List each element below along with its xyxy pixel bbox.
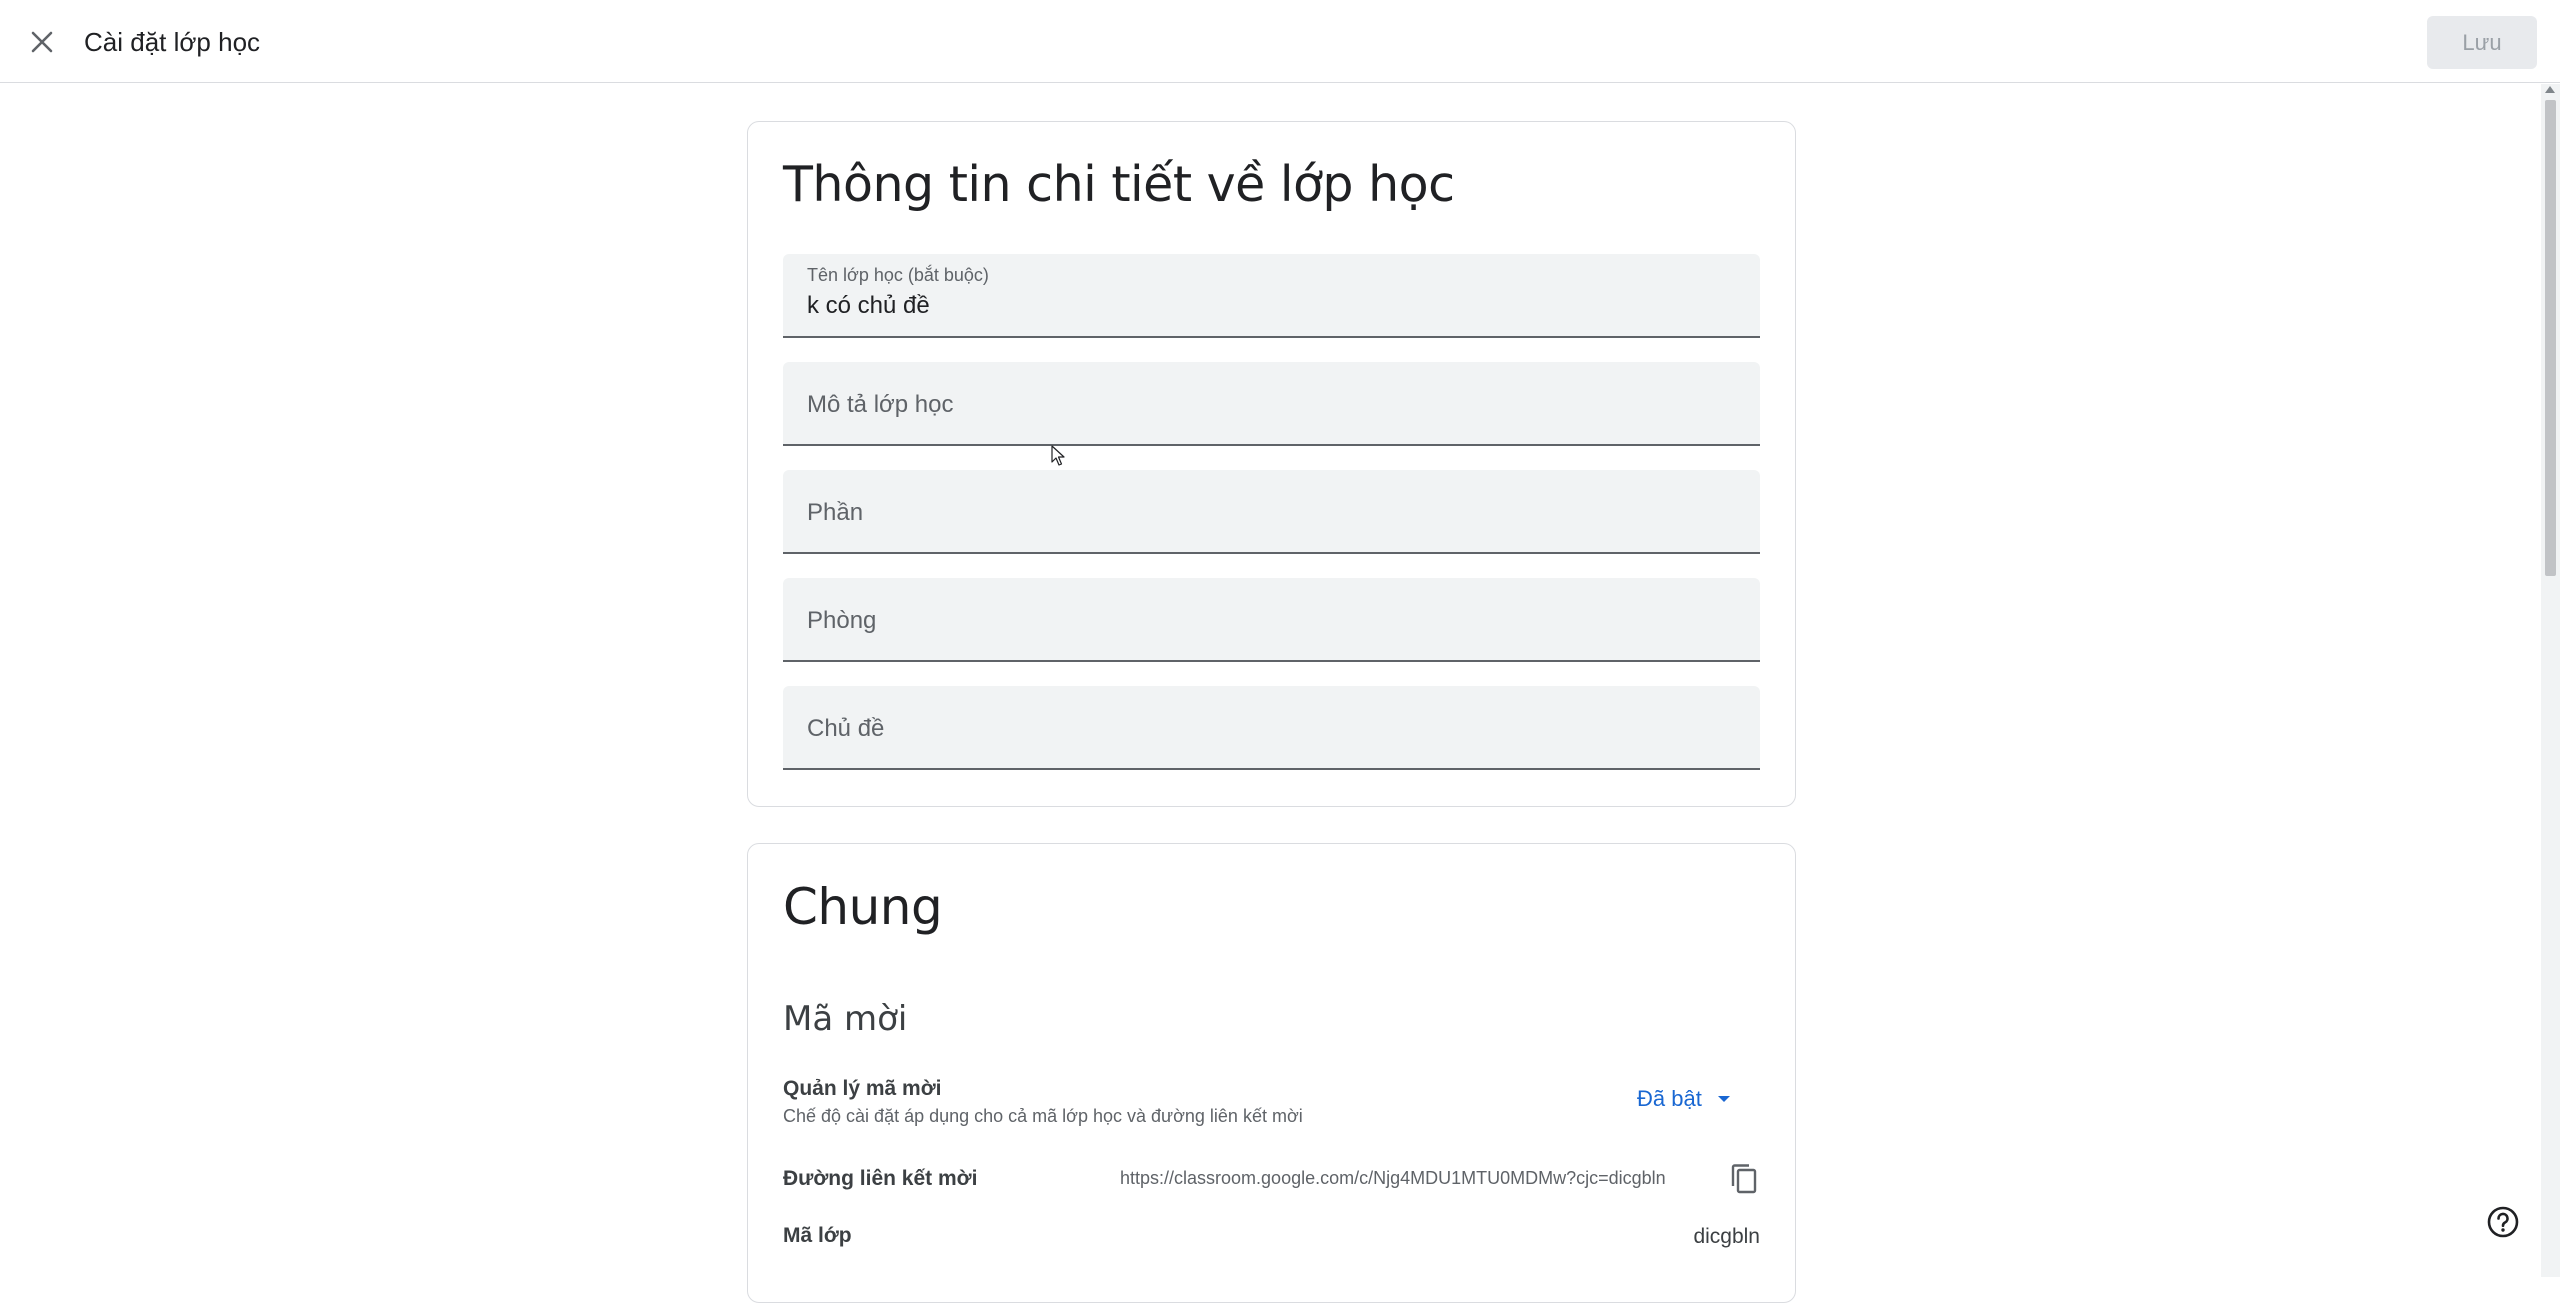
class-name-label: Tên lớp học (bắt buộc) [807,265,989,285]
invite-codes-heading: Mã mời [783,999,908,1039]
save-button[interactable]: Lưu [2427,16,2537,69]
dropdown-arrow-icon [1717,1096,1730,1102]
invite-link-value: https://classroom.google.com/c/Njg4MDU1M… [1120,1168,1666,1188]
class-code-label: Mã lớp [783,1224,852,1247]
class-code-value: dicgbln [1693,1225,1760,1248]
class-description-field[interactable]: Mô tả lớp học [783,362,1760,446]
scroll-up-arrow-icon[interactable] [2545,86,2555,93]
vertical-scrollbar[interactable] [2541,84,2560,1277]
class-description-placeholder: Mô tả lớp học [807,391,954,418]
class-details-card: Thông tin chi tiết về lớp học Tên lớp họ… [747,121,1796,807]
top-app-bar: Cài đặt lớp học Lưu [0,0,2560,83]
class-name-value: k có chủ đề [807,292,930,319]
invite-codes-status-value: Đã bật [1637,1086,1702,1111]
general-card: Chung Mã mời Quản lý mã mời Chế độ cài đ… [747,843,1796,1303]
room-placeholder: Phòng [807,607,877,634]
subject-field[interactable]: Chủ đề [783,686,1760,770]
close-button[interactable] [18,18,66,66]
invite-codes-status-dropdown[interactable]: Đã bật [1637,1081,1730,1117]
class-name-field[interactable]: Tên lớp học (bắt buộc) k có chủ đề [783,254,1760,338]
invite-link-label: Đường liên kết mời [783,1167,978,1190]
help-icon [2487,1206,2519,1238]
close-icon [31,31,53,53]
copy-link-button[interactable] [1725,1160,1763,1198]
section-placeholder: Phần [807,499,864,526]
page-title: Cài đặt lớp học [84,27,261,57]
subject-placeholder: Chủ đề [807,715,885,742]
scrollbar-thumb[interactable] [2545,100,2556,576]
copy-icon [1731,1164,1757,1194]
manage-invite-codes-description: Chế độ cài đặt áp dụng cho cả mã lớp học… [783,1106,1303,1126]
help-button[interactable] [2486,1205,2520,1239]
room-field[interactable]: Phòng [783,578,1760,662]
general-title: Chung [783,878,943,936]
section-field[interactable]: Phần [783,470,1760,554]
manage-invite-codes-label: Quản lý mã mời [783,1077,942,1100]
mouse-cursor-icon [1051,445,1065,466]
class-details-title: Thông tin chi tiết về lớp học [783,156,1455,213]
